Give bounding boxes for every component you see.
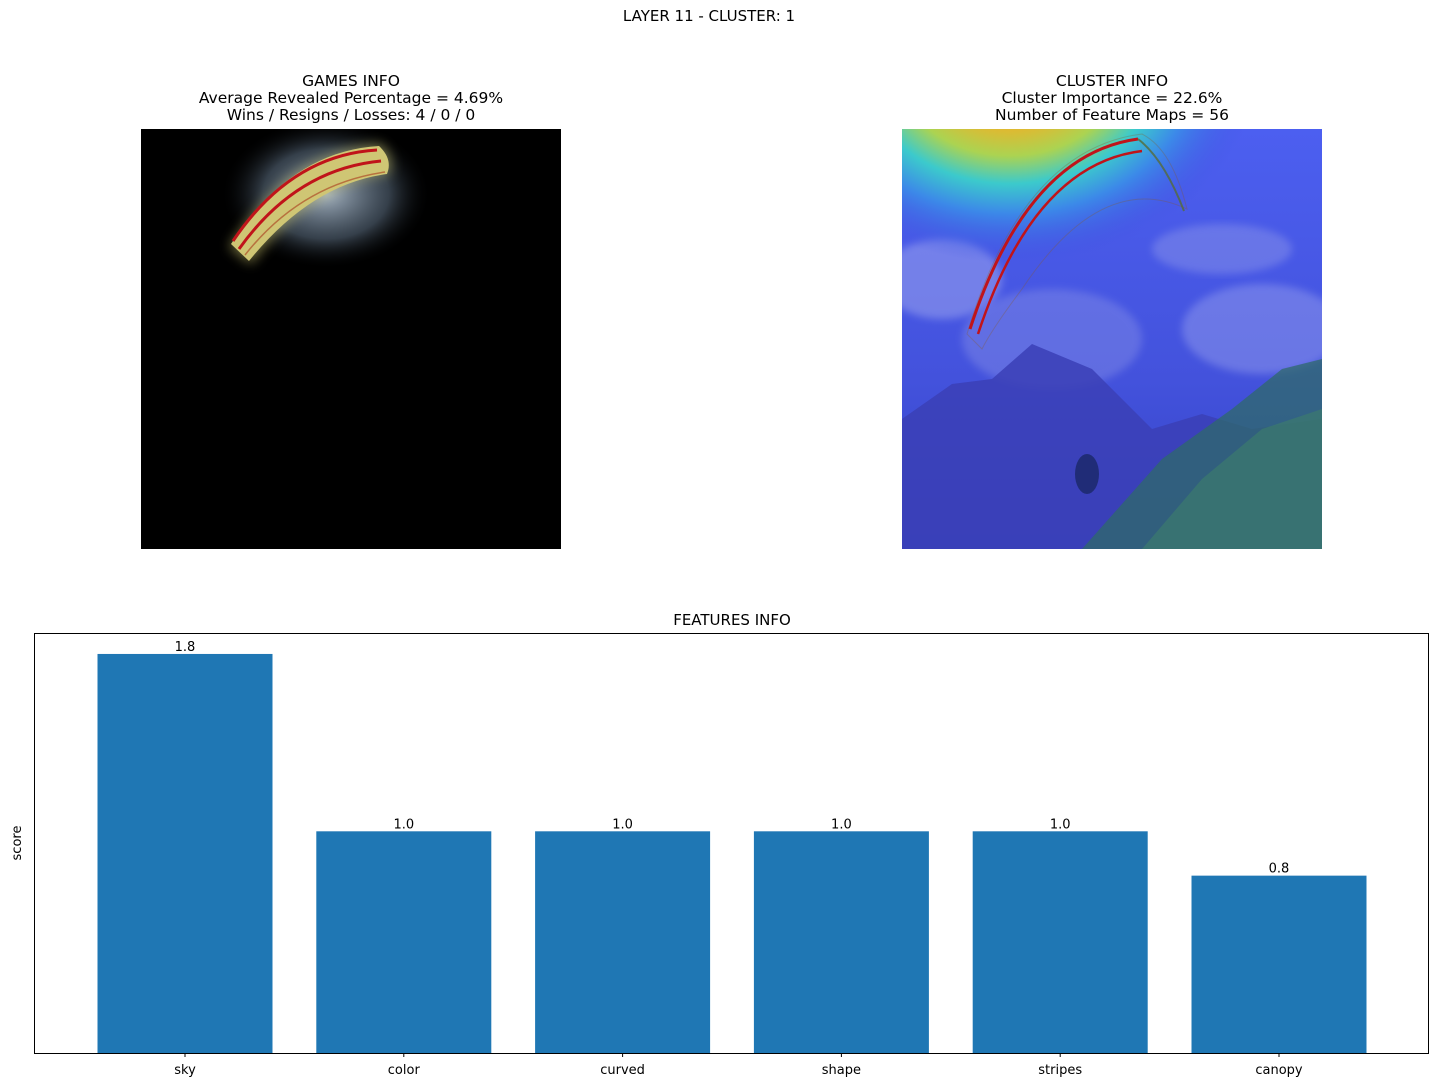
x-tick-label-curved: curved	[600, 1063, 645, 1078]
features-bar-chart: 1.8 1.0 1.0 1.0 1.0 0.8 sky color curved shape st…	[10, 633, 1429, 1078]
bar-canopy	[1191, 875, 1367, 1053]
bar-sky	[97, 653, 273, 1053]
data-label-color: 1.0	[393, 817, 414, 832]
bar-shape	[753, 831, 929, 1053]
x-tick-label-canopy: canopy	[1255, 1063, 1303, 1078]
data-label-canopy: 0.8	[1269, 862, 1290, 877]
y-axis-label: score	[10, 826, 25, 861]
data-label-sky: 1.8	[175, 640, 196, 655]
data-label-shape: 1.0	[831, 817, 852, 832]
x-tick-label-stripes: stripes	[1038, 1063, 1082, 1078]
x-tick-label-shape: shape	[822, 1063, 861, 1078]
x-ticks-layer: sky color curved shape stripes canopy	[174, 1053, 1303, 1078]
bar-curved	[535, 831, 711, 1053]
x-tick-label-color: color	[388, 1063, 421, 1078]
bar-stripes	[972, 831, 1148, 1053]
x-tick-label-sky: sky	[174, 1063, 196, 1078]
data-label-stripes: 1.0	[1050, 817, 1071, 832]
bars-layer	[97, 653, 1367, 1053]
data-label-curved: 1.0	[612, 817, 633, 832]
bar-color	[316, 831, 492, 1053]
